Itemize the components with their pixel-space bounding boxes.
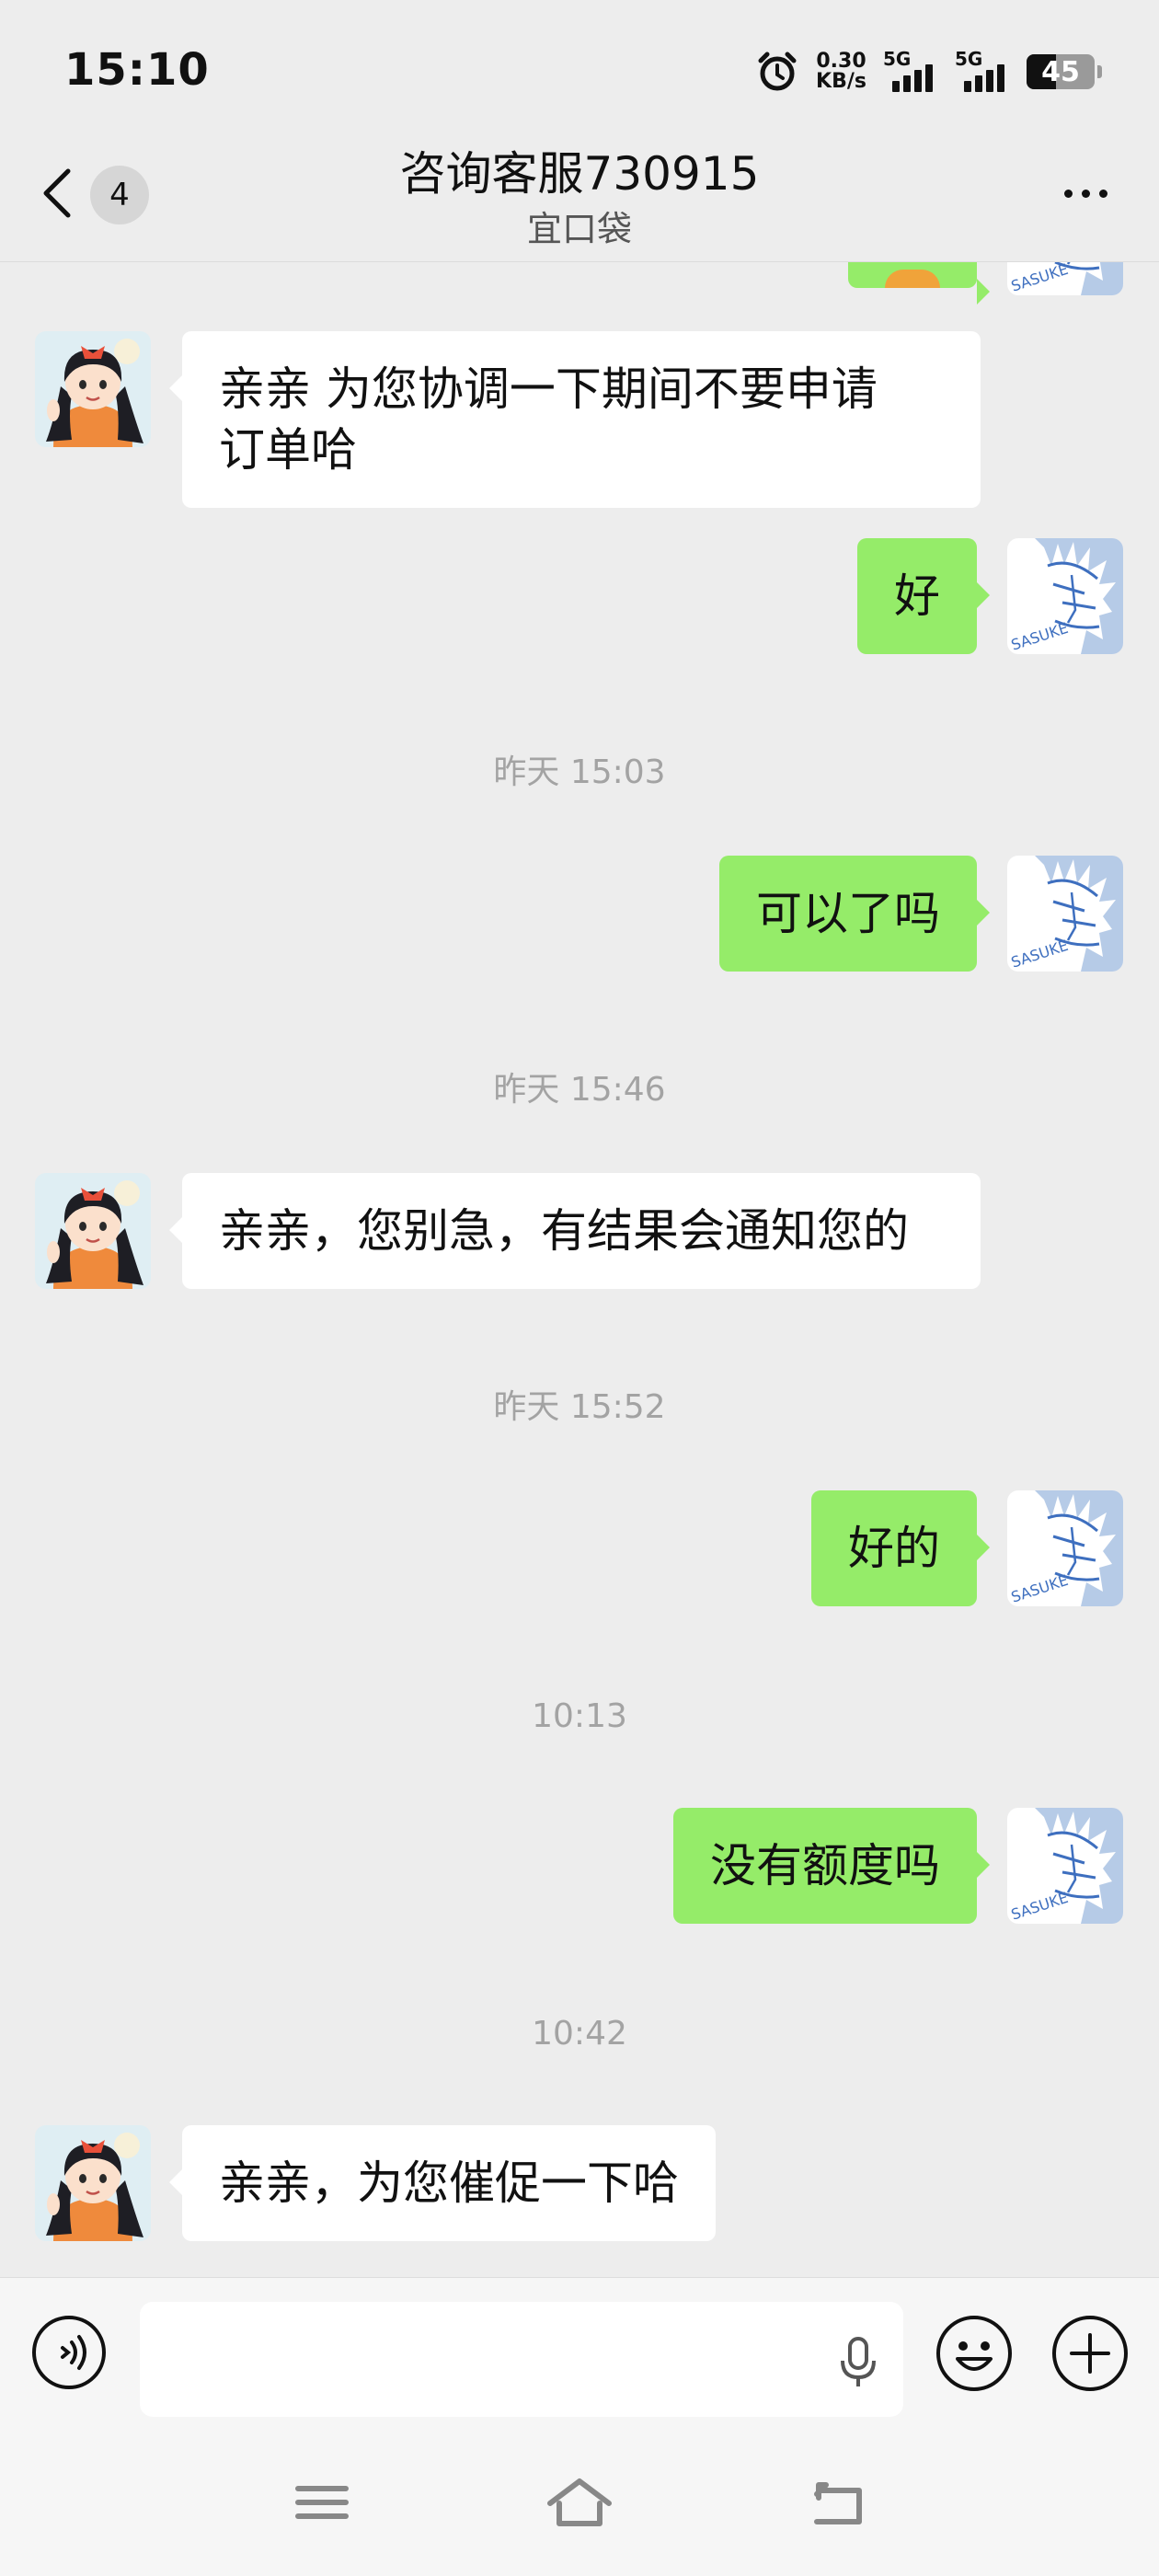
signal-icon-sim1: 5G bbox=[883, 48, 938, 96]
message-bubble-outgoing[interactable]: 好 bbox=[857, 538, 990, 654]
my-avatar[interactable] bbox=[1007, 538, 1123, 654]
my-avatar[interactable] bbox=[1007, 262, 1123, 295]
message-bubble-incoming[interactable]: 亲亲，您别急，有结果会通知您的 bbox=[169, 1173, 981, 1289]
my-avatar[interactable] bbox=[1007, 856, 1123, 972]
network-speed-unit: KB/s bbox=[816, 70, 866, 93]
message-bubble-incoming[interactable]: 亲亲 为您协调一下期间不要申请 订单哈 bbox=[169, 331, 981, 508]
status-time: 15:10 bbox=[64, 44, 210, 96]
my-avatar[interactable] bbox=[1007, 1808, 1123, 1924]
battery-icon: 45 bbox=[1027, 54, 1102, 89]
agent-avatar[interactable] bbox=[35, 2125, 151, 2241]
back-icon bbox=[814, 2482, 862, 2524]
message-text: 好的 bbox=[848, 1522, 940, 1575]
message-timestamp: 昨天 15:03 bbox=[493, 753, 666, 791]
message-text: 可以了吗 bbox=[756, 887, 940, 940]
mic-icon[interactable] bbox=[837, 2335, 879, 2394]
message-text: 没有额度吗 bbox=[710, 1839, 940, 1892]
agent-avatar[interactable] bbox=[35, 331, 151, 447]
message-text: 亲亲，您别急，有结果会通知您的 bbox=[219, 1204, 909, 1258]
voice-icon bbox=[32, 2316, 106, 2389]
message-timestamp: 10:13 bbox=[532, 1697, 627, 1735]
menu-icon bbox=[295, 2486, 349, 2519]
plus-icon bbox=[1052, 2316, 1128, 2391]
message-text: 亲亲，为您催促一下哈 bbox=[219, 2156, 679, 2210]
network-speed: 0.30 KB/s bbox=[816, 52, 866, 92]
message-bubble-outgoing[interactable]: 好的 bbox=[811, 1490, 990, 1606]
message-timestamp: 10:42 bbox=[532, 2015, 627, 2053]
emoji-button[interactable] bbox=[935, 2315, 1013, 2392]
more-options-button[interactable] bbox=[1049, 175, 1122, 212]
menu-button[interactable] bbox=[285, 2470, 359, 2535]
message-list[interactable]: 亲亲 为您协调一下期间不要申请 订单哈 好 昨天 15:03 可以了吗 昨天 1… bbox=[0, 262, 1159, 2277]
status-bar: 15:10 0.30 KB/s 5G 5G 45 bbox=[0, 0, 1159, 138]
my-avatar[interactable] bbox=[1007, 1490, 1123, 1606]
message-timestamp: 昨天 15:52 bbox=[493, 1388, 666, 1426]
message-bubble-outgoing[interactable]: 没有额度吗 bbox=[673, 1808, 990, 1924]
emoji-icon bbox=[936, 2316, 1012, 2391]
home-button[interactable] bbox=[543, 2470, 616, 2535]
voice-button[interactable] bbox=[31, 2315, 107, 2390]
nav-back-button[interactable] bbox=[800, 2470, 874, 2535]
battery-level: 45 bbox=[1041, 55, 1080, 88]
home-icon bbox=[547, 2478, 612, 2526]
alarm-icon bbox=[755, 50, 799, 94]
network-speed-value: 0.30 bbox=[816, 50, 866, 73]
message-bubble-outgoing[interactable]: 可以了吗 bbox=[719, 856, 990, 972]
message-input[interactable] bbox=[140, 2302, 903, 2417]
message-text: 亲亲 为您协调一下期间不要申请 bbox=[219, 362, 878, 416]
signal-icon-sim2: 5G bbox=[955, 48, 1010, 96]
chat-subtitle: 宜口袋 bbox=[526, 209, 632, 249]
input-bar bbox=[0, 2277, 1159, 2424]
status-indicators: 0.30 KB/s 5G 5G 45 bbox=[755, 44, 1102, 99]
chat-header: 4 咨询客服730915 宜口袋 bbox=[0, 138, 1159, 262]
plus-button[interactable] bbox=[1051, 2315, 1129, 2392]
chat-title-area: 咨询客服730915 宜口袋 bbox=[0, 142, 1159, 252]
sticker-fragment bbox=[885, 270, 940, 288]
message-bubble-partial[interactable] bbox=[848, 262, 990, 305]
message-bubble-incoming[interactable]: 亲亲，为您催促一下哈 bbox=[169, 2125, 716, 2241]
message-text: 订单哈 bbox=[219, 423, 357, 477]
agent-avatar[interactable] bbox=[35, 1173, 151, 1289]
system-nav-bar bbox=[0, 2424, 1159, 2576]
chat-title: 咨询客服730915 bbox=[399, 147, 760, 201]
message-timestamp: 昨天 15:46 bbox=[493, 1071, 666, 1109]
message-text: 好 bbox=[894, 569, 940, 623]
more-dots-icon bbox=[1063, 189, 1073, 198]
